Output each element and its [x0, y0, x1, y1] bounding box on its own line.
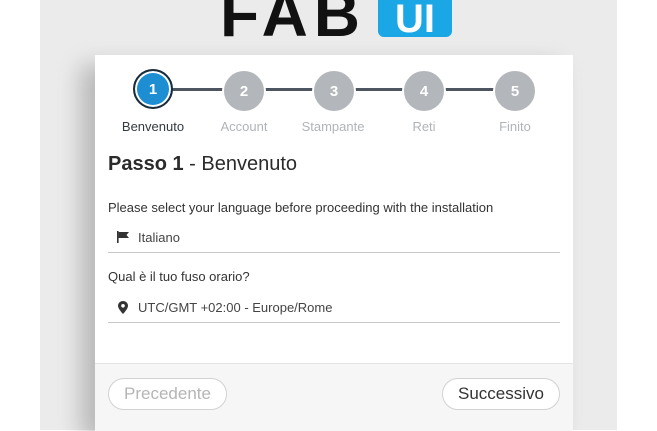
next-button[interactable]: Successivo	[442, 378, 560, 410]
timezone-select[interactable]: UTC/GMT +02:00 - Europe/Rome	[108, 292, 560, 323]
wizard-footer: Precedente Successivo	[95, 363, 573, 431]
svg-text:UI: UI	[395, 0, 435, 40]
flag-icon	[108, 231, 138, 243]
step-1-circle[interactable]: 1	[133, 69, 173, 109]
step-number: 4	[419, 82, 429, 100]
step-4-circle[interactable]: 4	[402, 69, 446, 113]
map-marker-icon	[108, 300, 138, 314]
step-label-account: Account	[220, 119, 268, 134]
step-number: 2	[239, 82, 249, 100]
previous-button[interactable]: Precedente	[108, 378, 227, 410]
step-number: 5	[510, 82, 520, 100]
step-number: 3	[329, 82, 339, 100]
step-number: 1	[148, 80, 158, 98]
step-label-benvenuto: Benvenuto	[121, 119, 185, 134]
title-step: Passo 1	[108, 153, 184, 175]
setup-wizard-card: 1 2 3 4 5 Benvenuto Account Stampante Re…	[95, 55, 573, 431]
step-2-circle[interactable]: 2	[222, 69, 266, 113]
step-label-reti: Reti	[412, 119, 436, 134]
timezone-value: UTC/GMT +02:00 - Europe/Rome	[138, 299, 333, 315]
title-name: Benvenuto	[201, 153, 298, 175]
page-title: Passo 1 - Benvenuto	[108, 153, 297, 176]
step-3-circle[interactable]: 3	[312, 69, 356, 113]
language-select[interactable]: Italiano	[108, 222, 560, 253]
svg-text:FAB: FAB	[220, 0, 366, 40]
title-separator: -	[183, 153, 202, 175]
step-5-circle[interactable]: 5	[493, 69, 537, 113]
language-value: Italiano	[138, 229, 180, 245]
step-label-stampante: Stampante	[301, 119, 365, 134]
fabui-logo: FAB UI	[218, 0, 454, 50]
language-prompt: Please select your language before proce…	[108, 200, 494, 215]
logo-graphic: FAB UI	[220, 0, 452, 50]
step-label-finito: Finito	[499, 119, 531, 134]
timezone-prompt: Qual è il tuo fuso orario?	[108, 269, 250, 284]
